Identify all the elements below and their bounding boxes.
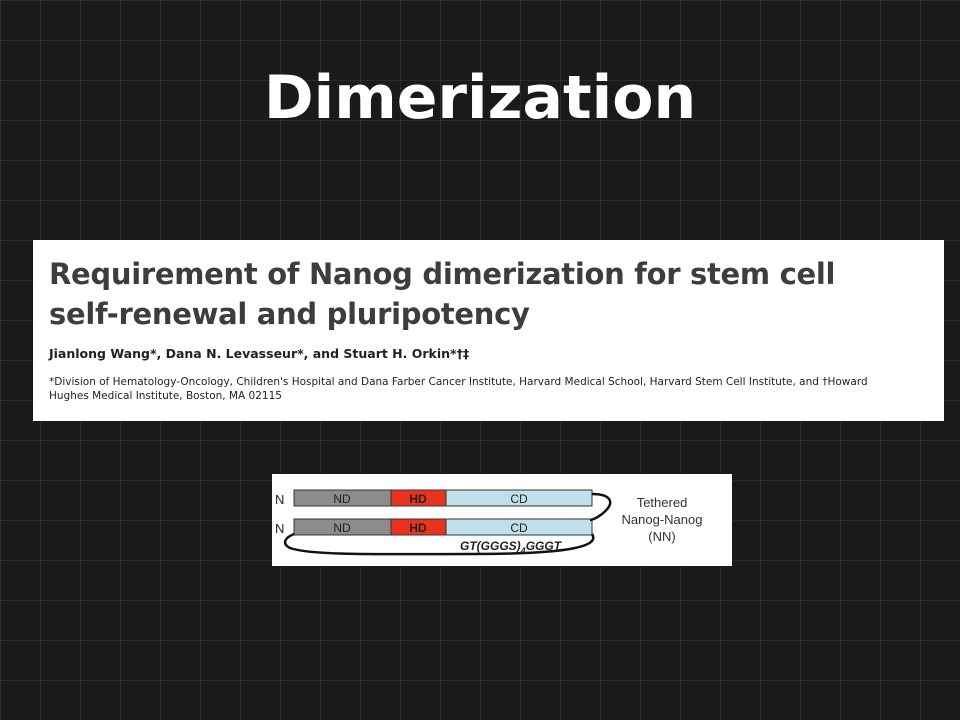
n-terminus-label-top: N bbox=[275, 492, 284, 507]
paper-title-line-2: self-renewal and pluripotency bbox=[49, 297, 530, 331]
caption-line-2: Nanog-Nanog bbox=[622, 512, 703, 527]
caption-line-3: (NN) bbox=[648, 529, 675, 544]
paper-authors: Jianlong Wang*, Dana N. Levasseur*, and … bbox=[49, 346, 470, 361]
nd-label-top: ND bbox=[333, 492, 351, 506]
paper-title: Requirement of Nanog dimerization for st… bbox=[49, 254, 928, 334]
nd-label-bottom: ND bbox=[333, 521, 351, 535]
cd-label-top: CD bbox=[510, 492, 528, 506]
n-terminus-label-bottom: N bbox=[275, 521, 284, 536]
caption-line-1: Tethered bbox=[637, 495, 688, 510]
cd-label-bottom: CD bbox=[510, 521, 528, 535]
tethered-nanog-figure: N ND HD CD N ND HD CD GT(GGGS)4GGGT Teth… bbox=[272, 474, 732, 566]
paper-affiliation: *Division of Hematology-Oncology, Childr… bbox=[49, 375, 928, 403]
slide-title: Dimerization bbox=[263, 63, 697, 133]
paper-header: Requirement of Nanog dimerization for st… bbox=[33, 240, 944, 421]
tether-loop-right bbox=[589, 492, 612, 522]
figure-diagram: N ND HD CD N ND HD CD GT(GGGS)4GGGT Teth… bbox=[275, 489, 703, 556]
hd-label-bottom: HD bbox=[409, 521, 427, 535]
affiliation-line-2: Hughes Medical Institute, Boston, MA 021… bbox=[49, 390, 282, 402]
paper-title-line-1: Requirement of Nanog dimerization for st… bbox=[49, 257, 836, 291]
hd-label-top: HD bbox=[409, 492, 427, 506]
affiliation-line-1: *Division of Hematology-Oncology, Childr… bbox=[49, 376, 868, 388]
